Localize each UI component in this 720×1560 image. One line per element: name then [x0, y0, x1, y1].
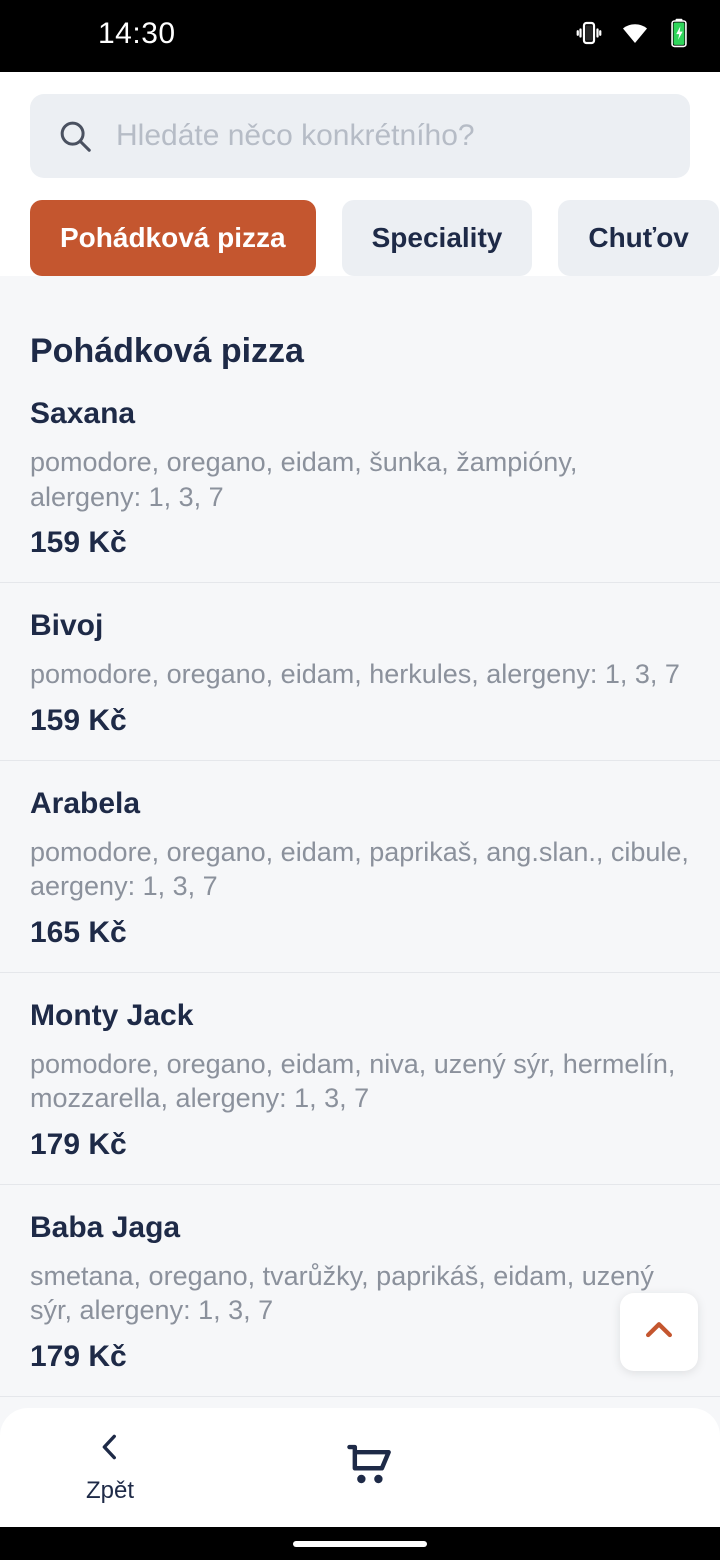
- tab-chutovky[interactable]: Chuťov: [558, 200, 719, 276]
- nav-back-button[interactable]: Zpět: [0, 1430, 220, 1505]
- status-bar: 14:30: [0, 0, 720, 72]
- nav-cart-button[interactable]: [260, 1437, 480, 1498]
- item-description: pomodore, oregano, eidam, šunka, žampión…: [30, 447, 578, 512]
- item-name: Saxana: [30, 397, 136, 430]
- search-icon: [56, 117, 94, 155]
- shopping-cart-icon: [342, 1437, 398, 1498]
- item-price: 159 Kč: [30, 526, 127, 560]
- tab-label: Pohádková pizza: [60, 222, 286, 253]
- chevron-left-icon: [93, 1430, 127, 1469]
- item-price: 159 Kč: [30, 703, 127, 737]
- home-indicator[interactable]: [293, 1540, 427, 1547]
- chevron-up-icon: [639, 1310, 679, 1355]
- menu-item[interactable]: Bivoj pomodore, oregano, eidam, herkules…: [0, 583, 720, 761]
- wifi-icon: [620, 18, 650, 48]
- item-name: Baba Jaga: [30, 1210, 181, 1244]
- status-icons: [574, 18, 692, 48]
- bottom-navigation: Zpět: [0, 1408, 720, 1527]
- system-navigation-bar: [0, 1527, 720, 1560]
- menu-item[interactable]: Arabela pomodore, oregano, eidam, paprik…: [0, 761, 720, 973]
- battery-charging-icon: [666, 18, 692, 48]
- item-name: Bivoj: [30, 609, 104, 643]
- vibrate-icon: [574, 18, 604, 48]
- item-price: 165 Kč: [30, 915, 127, 949]
- item-description: pomodore, oregano, eidam, niva, uzený sý…: [30, 1048, 676, 1114]
- section-title: Pohádková pizza: [30, 332, 304, 370]
- nav-back-label: Zpět: [85, 1477, 135, 1504]
- search-input[interactable]: Hledáte něco konkrétního?: [30, 94, 690, 178]
- item-description: smetana, oregano, tvarůžky, paprikáš, ei…: [30, 1260, 654, 1326]
- search-section: Hledáte něco konkrétního?: [0, 72, 720, 178]
- item-description: pomodore, oregano, eidam, herkules, aler…: [30, 659, 680, 690]
- scroll-to-top-button[interactable]: [620, 1293, 698, 1371]
- menu-item[interactable]: Baba Jaga smetana, oregano, tvarůžky, pa…: [0, 1185, 720, 1397]
- status-time: 14:30: [98, 17, 176, 50]
- category-tabs: Pohádková pizza Speciality Chuťov: [0, 178, 720, 276]
- item-price: 179 Kč: [30, 1127, 127, 1161]
- menu-item[interactable]: Monty Jack pomodore, oregano, eidam, niv…: [0, 973, 720, 1185]
- menu-list[interactable]: Pohádková pizza Saxana pomodore, oregano…: [0, 306, 720, 1560]
- tab-label: Speciality: [371, 222, 503, 253]
- tab-pohadkova-pizza[interactable]: Pohádková pizza: [30, 200, 316, 276]
- search-placeholder: Hledáte něco konkrétního?: [116, 119, 475, 152]
- item-price: 179 Kč: [30, 1339, 127, 1373]
- item-name: Monty Jack: [30, 998, 194, 1032]
- item-name: Arabela: [30, 786, 141, 820]
- item-description: pomodore, oregano, eidam, paprikaš, ang.…: [30, 836, 689, 902]
- menu-item[interactable]: Saxana pomodore, oregano, eidam, šunka, …: [0, 371, 720, 584]
- tab-label: Chuťov: [588, 222, 689, 253]
- tab-speciality[interactable]: Speciality: [341, 200, 533, 276]
